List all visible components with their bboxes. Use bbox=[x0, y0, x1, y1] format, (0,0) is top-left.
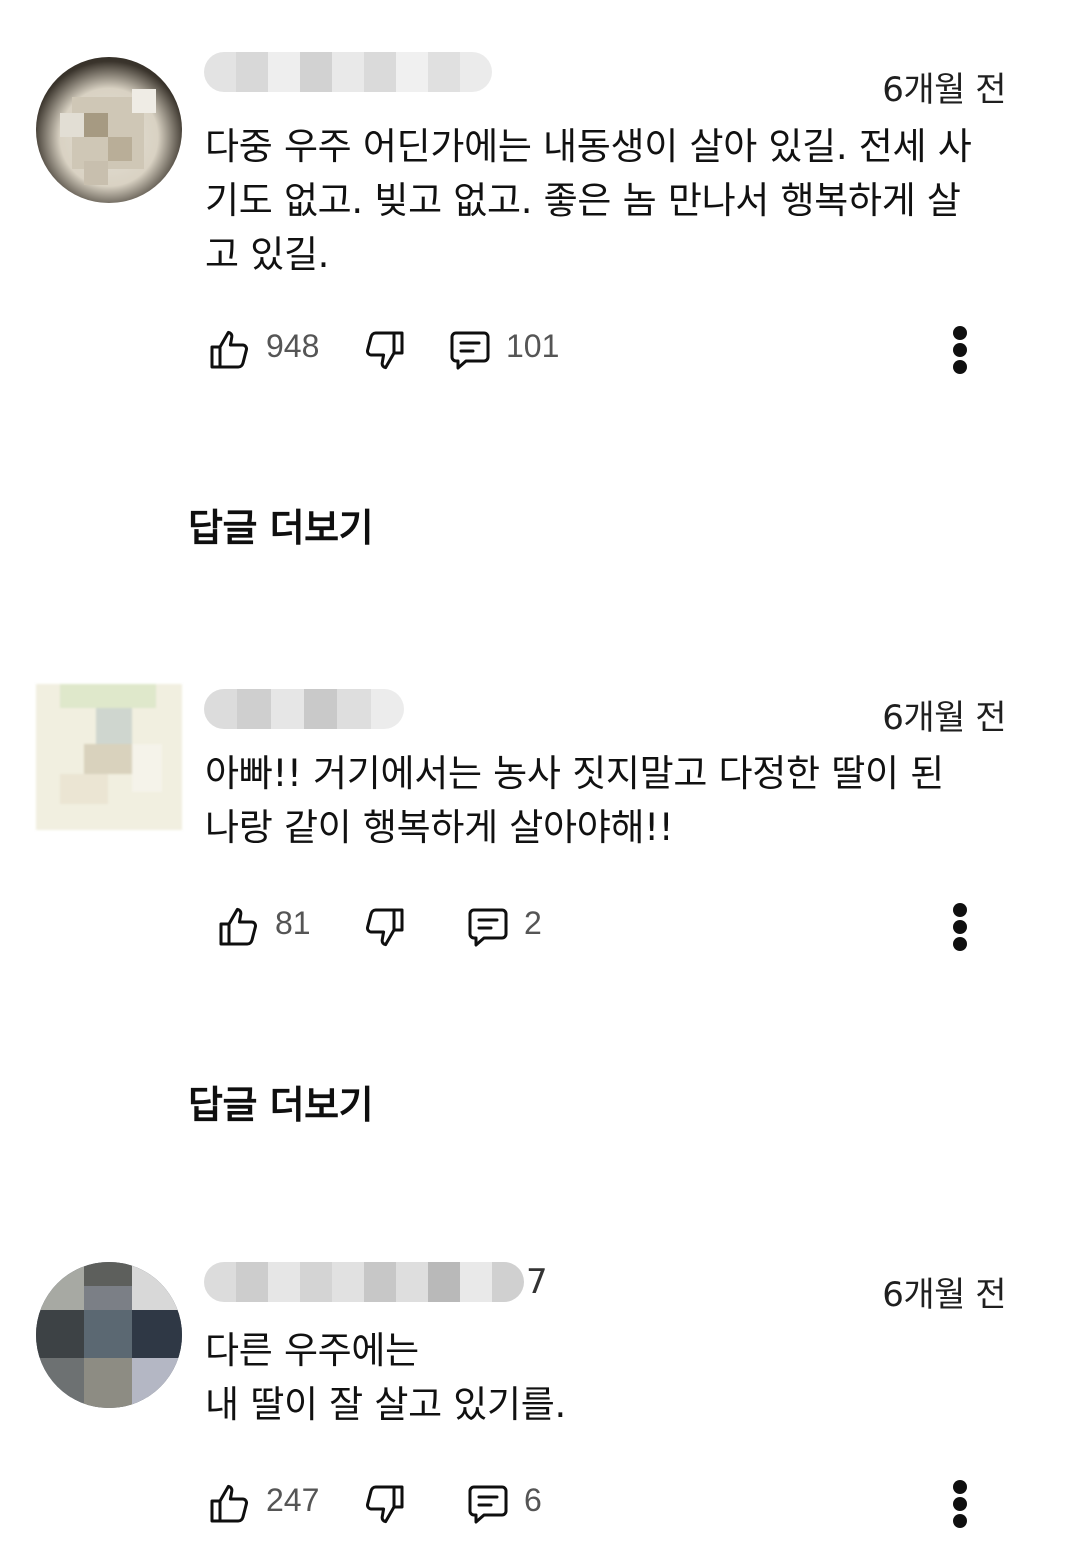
author-name[interactable] bbox=[204, 1262, 524, 1302]
comment-actions: 247 6 bbox=[0, 1474, 1080, 1534]
comment-icon[interactable] bbox=[464, 1480, 512, 1528]
comment-item: 7 6개월 전 다른 우주에는 내 딸이 잘 살고 있기를. 247 6 bbox=[0, 0, 1080, 1554]
comment-timestamp: 6개월 전 bbox=[882, 1275, 1006, 1315]
thumbs-up-icon[interactable] bbox=[206, 1480, 254, 1528]
reply-count: 6 bbox=[524, 1482, 542, 1518]
more-vertical-icon[interactable] bbox=[940, 1474, 980, 1534]
avatar[interactable] bbox=[36, 1262, 182, 1408]
comment-text: 다른 우주에는 내 딸이 잘 살고 있기를. bbox=[205, 1329, 566, 1426]
thumbs-down-icon[interactable] bbox=[360, 1480, 408, 1528]
author-name-suffix: 7 bbox=[526, 1262, 548, 1302]
like-count: 247 bbox=[266, 1482, 320, 1518]
